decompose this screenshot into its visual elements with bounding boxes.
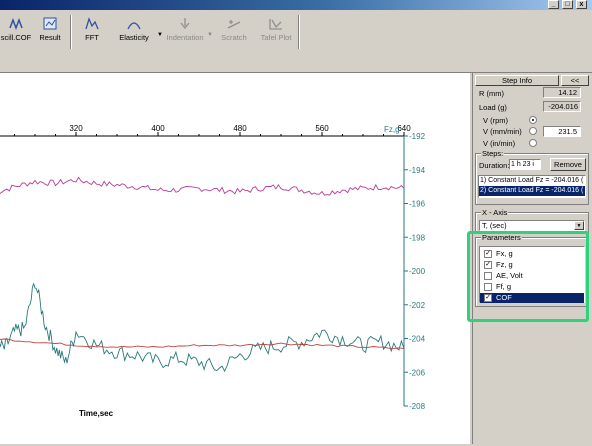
minimize-button[interactable]: _ — [548, 0, 559, 9]
x-tick-label: 560 — [315, 124, 329, 133]
x-tick-label: 480 — [233, 124, 247, 133]
maximize-button[interactable]: □ — [562, 0, 573, 9]
toolbar-label: scill.COF — [0, 33, 32, 42]
steps-group: Steps: Duration: 1 h 23 i Remove 1) Cons… — [475, 149, 589, 205]
v-mmmin-radio[interactable] — [529, 127, 537, 135]
toolbar-label: Result — [39, 33, 61, 42]
step-item-2[interactable]: 2) Constant Load Fz = -204.016 ( — [479, 186, 585, 196]
toolbar-label: Tafel Plot — [260, 33, 292, 42]
r-value-field[interactable]: 14.12 — [543, 87, 581, 98]
scratch-icon — [227, 20, 241, 29]
y-tick-label: -206 — [409, 368, 426, 377]
duration-label: Duration: — [479, 161, 510, 170]
r-label: R (mm) — [479, 89, 504, 98]
step-item-1[interactable]: 1) Constant Load Fz = -204.016 ( — [479, 176, 585, 186]
v-mmmin-field[interactable]: 231.5 — [543, 126, 581, 137]
x-tick-label: 400 — [151, 124, 165, 133]
x-axis-label: Time,sec — [79, 409, 114, 418]
scratch-button: Scratch — [214, 14, 254, 50]
y-tick-label: -196 — [409, 200, 426, 209]
title-bar — [0, 0, 592, 10]
scill-icon — [9, 17, 23, 31]
x-axis-select-value: T, (sec) — [482, 221, 507, 230]
v-rpm-label: V (rpm) — [483, 116, 508, 125]
y-tick-label: -208 — [409, 402, 426, 411]
toolbar-label: Elasticity — [119, 33, 149, 42]
indentation-icon — [180, 18, 190, 30]
secondary-bar — [0, 52, 592, 73]
load-label: Load (g) — [479, 103, 507, 112]
duration-field[interactable]: 1 h 23 i — [509, 159, 541, 170]
toolbar-label: Scratch — [221, 33, 247, 42]
chart-svg: 320 400 480 560 640-192-194-196-198-200-202-… — [0, 124, 426, 418]
right-axis-label: Fz,g — [384, 125, 400, 134]
remove-button[interactable]: Remove — [550, 158, 586, 171]
y-tick-label: -198 — [409, 233, 426, 242]
highlight-box — [467, 231, 589, 322]
steps-list: 1) Constant Load Fz = -204.016 ( 2) Cons… — [478, 175, 586, 198]
fft-icon — [85, 17, 99, 30]
result-icon — [43, 17, 57, 30]
y-tick-label: -204 — [409, 335, 426, 344]
x-axis-title: X - Axis — [481, 208, 509, 217]
toolbar-separator — [298, 15, 300, 49]
close-button[interactable]: x — [576, 0, 587, 9]
y-tick-label: -194 — [409, 166, 426, 175]
v-rpm-radio[interactable] — [529, 116, 537, 124]
v-mmmin-label: V (mm/min) — [483, 127, 522, 136]
elasticity-button[interactable]: Elasticity — [112, 14, 156, 50]
toolbar-separator — [70, 15, 72, 49]
load-value-field[interactable]: -204.016 — [543, 101, 581, 112]
fft-button[interactable]: FFT — [76, 14, 108, 50]
y-tick-label: -200 — [409, 267, 426, 276]
toolbar-label: FFT — [85, 33, 99, 42]
elasticity-icon — [127, 22, 141, 30]
series-fx-line — [0, 282, 405, 373]
series-fz-line — [0, 176, 405, 196]
tafel-plot-button: Tafel Plot — [256, 14, 296, 50]
x-tick-label: 320 — [69, 124, 83, 133]
chart-area: 320 400 480 560 640 -192 -194 -196 -198 -200 -202-… — [0, 73, 470, 444]
toolbar-label: Indentation — [166, 33, 204, 42]
result-button[interactable]: Result — [34, 14, 66, 50]
y-tick-label: -192 — [409, 132, 426, 141]
chevron-down-icon: ▼ — [207, 32, 213, 38]
toolbar: scill.COF Result FFT Elasticity ▼ Indent… — [0, 12, 592, 53]
y-tick-label: -202 — [409, 301, 426, 310]
v-inmin-radio[interactable] — [529, 139, 537, 147]
x-axis-select[interactable]: T, (sec) ▼ — [479, 220, 585, 231]
indentation-button: Indentation — [162, 14, 208, 50]
scill-cof-button[interactable]: scill.COF — [0, 14, 32, 50]
tafel-plot-icon — [269, 19, 282, 30]
v-inmin-label: V (in/min) — [483, 139, 516, 148]
step-info-header: Step Info — [475, 75, 559, 86]
chevron-down-icon[interactable]: ▼ — [574, 221, 584, 230]
steps-title: Steps: — [481, 149, 505, 158]
collapse-button[interactable]: << — [561, 75, 589, 86]
